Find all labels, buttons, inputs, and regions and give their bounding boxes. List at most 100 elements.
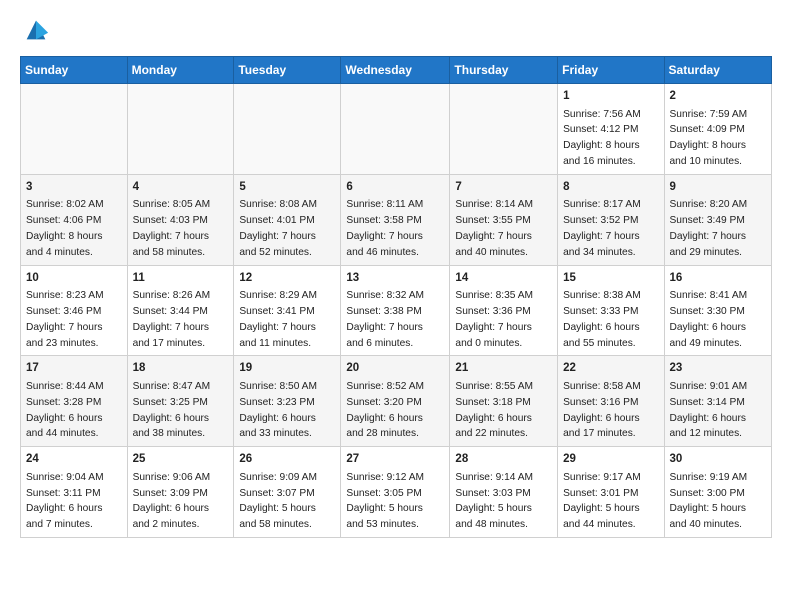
day-info: Sunrise: 8:47 AM Sunset: 3:25 PM Dayligh…	[133, 381, 211, 439]
day-number: 16	[670, 270, 766, 287]
day-number: 11	[133, 270, 229, 287]
day-number: 30	[670, 451, 766, 468]
day-info: Sunrise: 8:17 AM Sunset: 3:52 PM Dayligh…	[563, 199, 641, 257]
day-cell: 14Sunrise: 8:35 AM Sunset: 3:36 PM Dayli…	[450, 265, 558, 356]
page: SundayMondayTuesdayWednesdayThursdayFrid…	[0, 0, 792, 612]
day-info: Sunrise: 9:12 AM Sunset: 3:05 PM Dayligh…	[346, 472, 424, 530]
day-cell: 1 Sunrise: 7:56 AM Sunset: 4:12 PM Daylig…	[558, 84, 664, 175]
day-info: Sunrise: 9:06 AM Sunset: 3:09 PM Dayligh…	[133, 472, 211, 530]
day-number: 23	[670, 360, 766, 377]
day-number: 7	[455, 179, 552, 196]
day-number: 20	[346, 360, 444, 377]
day-cell: 17Sunrise: 8:44 AM Sunset: 3:28 PM Dayli…	[21, 356, 128, 447]
day-number: 18	[133, 360, 229, 377]
day-info: Sunrise: 8:20 AM Sunset: 3:49 PM Dayligh…	[670, 199, 748, 257]
day-info: Sunrise: 8:55 AM Sunset: 3:18 PM Dayligh…	[455, 381, 533, 439]
day-cell: 30Sunrise: 9:19 AM Sunset: 3:00 PM Dayli…	[664, 447, 771, 538]
day-info: Sunrise: 9:17 AM Sunset: 3:01 PM Dayligh…	[563, 472, 641, 530]
day-number: 22	[563, 360, 658, 377]
calendar: SundayMondayTuesdayWednesdayThursdayFrid…	[20, 56, 772, 538]
day-cell: 26 Sunrise: 9:09 AM Sunset: 3:07 PM Dayli…	[234, 447, 341, 538]
day-info: Sunrise: 9:04 AM Sunset: 3:11 PM Dayligh…	[26, 472, 104, 530]
logo	[20, 16, 50, 44]
day-cell: 10 Sunrise: 8:23 AM Sunset: 3:46 PM Dayli…	[21, 265, 128, 356]
day-cell	[21, 84, 128, 175]
day-number: 1	[563, 88, 658, 105]
day-info: Sunrise: 8:41 AM Sunset: 3:30 PM Dayligh…	[670, 290, 748, 348]
day-cell: 25 Sunrise: 9:06 AM Sunset: 3:09 PM Dayli…	[127, 447, 234, 538]
day-number: 2	[670, 88, 766, 105]
day-cell: 9 Sunrise: 8:20 AM Sunset: 3:49 PM Daylig…	[664, 174, 771, 265]
day-cell: 13 Sunrise: 8:32 AM Sunset: 3:38 PM Dayli…	[341, 265, 450, 356]
day-info: Sunrise: 8:58 AM Sunset: 3:16 PM Dayligh…	[563, 381, 641, 439]
day-cell: 19 Sunrise: 8:50 AM Sunset: 3:23 PM Dayli…	[234, 356, 341, 447]
day-info: Sunrise: 9:01 AM Sunset: 3:14 PM Dayligh…	[670, 381, 748, 439]
weekday-row: SundayMondayTuesdayWednesdayThursdayFrid…	[21, 57, 772, 84]
day-number: 25	[133, 451, 229, 468]
day-number: 13	[346, 270, 444, 287]
day-cell: 21 Sunrise: 8:55 AM Sunset: 3:18 PM Dayli…	[450, 356, 558, 447]
day-number: 12	[239, 270, 335, 287]
day-cell: 7 Sunrise: 8:14 AM Sunset: 3:55 PM Daylig…	[450, 174, 558, 265]
day-cell: 4Sunrise: 8:05 AM Sunset: 4:03 PM Daylig…	[127, 174, 234, 265]
day-number: 24	[26, 451, 122, 468]
day-info: Sunrise: 9:14 AM Sunset: 3:03 PM Dayligh…	[455, 472, 533, 530]
day-info: Sunrise: 8:11 AM Sunset: 3:58 PM Dayligh…	[346, 199, 423, 257]
day-number: 3	[26, 179, 122, 196]
day-cell: 5 Sunrise: 8:08 AM Sunset: 4:01 PM Daylig…	[234, 174, 341, 265]
day-cell: 18 Sunrise: 8:47 AM Sunset: 3:25 PM Dayli…	[127, 356, 234, 447]
day-cell: 6 Sunrise: 8:11 AM Sunset: 3:58 PM Daylig…	[341, 174, 450, 265]
day-cell: 2 Sunrise: 7:59 AM Sunset: 4:09 PM Daylig…	[664, 84, 771, 175]
day-number: 29	[563, 451, 658, 468]
day-number: 17	[26, 360, 122, 377]
day-cell: 29 Sunrise: 9:17 AM Sunset: 3:01 PM Dayli…	[558, 447, 664, 538]
day-number: 19	[239, 360, 335, 377]
day-info: Sunrise: 7:59 AM Sunset: 4:09 PM Dayligh…	[670, 109, 748, 167]
day-info: Sunrise: 8:23 AM Sunset: 3:46 PM Dayligh…	[26, 290, 104, 348]
day-cell: 12 Sunrise: 8:29 AM Sunset: 3:41 PM Dayli…	[234, 265, 341, 356]
day-cell: 22 Sunrise: 8:58 AM Sunset: 3:16 PM Dayli…	[558, 356, 664, 447]
day-info: Sunrise: 8:29 AM Sunset: 3:41 PM Dayligh…	[239, 290, 317, 348]
day-cell: 16 Sunrise: 8:41 AM Sunset: 3:30 PM Dayli…	[664, 265, 771, 356]
day-info: Sunrise: 8:50 AM Sunset: 3:23 PM Dayligh…	[239, 381, 317, 439]
day-number: 27	[346, 451, 444, 468]
day-number: 8	[563, 179, 658, 196]
day-info: Sunrise: 8:32 AM Sunset: 3:38 PM Dayligh…	[346, 290, 424, 348]
day-info: Sunrise: 9:09 AM Sunset: 3:07 PM Dayligh…	[239, 472, 317, 530]
day-info: Sunrise: 8:08 AM Sunset: 4:01 PM Dayligh…	[239, 199, 317, 257]
day-number: 14	[455, 270, 552, 287]
header	[20, 16, 772, 44]
day-number: 26	[239, 451, 335, 468]
day-number: 10	[26, 270, 122, 287]
day-cell: 3Sunrise: 8:02 AM Sunset: 4:06 PM Daylig…	[21, 174, 128, 265]
week-row-4: 17Sunrise: 8:44 AM Sunset: 3:28 PM Dayli…	[21, 356, 772, 447]
weekday-header-saturday: Saturday	[664, 57, 771, 84]
day-info: Sunrise: 8:14 AM Sunset: 3:55 PM Dayligh…	[455, 199, 533, 257]
day-number: 5	[239, 179, 335, 196]
day-info: Sunrise: 7:56 AM Sunset: 4:12 PM Dayligh…	[563, 109, 641, 167]
weekday-header-thursday: Thursday	[450, 57, 558, 84]
day-cell	[234, 84, 341, 175]
day-cell: 11Sunrise: 8:26 AM Sunset: 3:44 PM Dayli…	[127, 265, 234, 356]
day-cell: 20 Sunrise: 8:52 AM Sunset: 3:20 PM Dayli…	[341, 356, 450, 447]
weekday-header-sunday: Sunday	[21, 57, 128, 84]
day-info: Sunrise: 8:52 AM Sunset: 3:20 PM Dayligh…	[346, 381, 424, 439]
week-row-5: 24 Sunrise: 9:04 AM Sunset: 3:11 PM Dayli…	[21, 447, 772, 538]
week-row-3: 10 Sunrise: 8:23 AM Sunset: 3:46 PM Dayli…	[21, 265, 772, 356]
day-number: 9	[670, 179, 766, 196]
day-number: 4	[133, 179, 229, 196]
day-number: 28	[455, 451, 552, 468]
day-cell: 15Sunrise: 8:38 AM Sunset: 3:33 PM Dayli…	[558, 265, 664, 356]
day-cell: 23 Sunrise: 9:01 AM Sunset: 3:14 PM Dayli…	[664, 356, 771, 447]
weekday-header-wednesday: Wednesday	[341, 57, 450, 84]
day-cell: 28 Sunrise: 9:14 AM Sunset: 3:03 PM Dayli…	[450, 447, 558, 538]
day-number: 6	[346, 179, 444, 196]
day-cell	[127, 84, 234, 175]
week-row-2: 3Sunrise: 8:02 AM Sunset: 4:06 PM Daylig…	[21, 174, 772, 265]
week-row-1: 1 Sunrise: 7:56 AM Sunset: 4:12 PM Daylig…	[21, 84, 772, 175]
weekday-header-friday: Friday	[558, 57, 664, 84]
weekday-header-tuesday: Tuesday	[234, 57, 341, 84]
day-number: 21	[455, 360, 552, 377]
day-cell: 8 Sunrise: 8:17 AM Sunset: 3:52 PM Daylig…	[558, 174, 664, 265]
day-cell	[341, 84, 450, 175]
